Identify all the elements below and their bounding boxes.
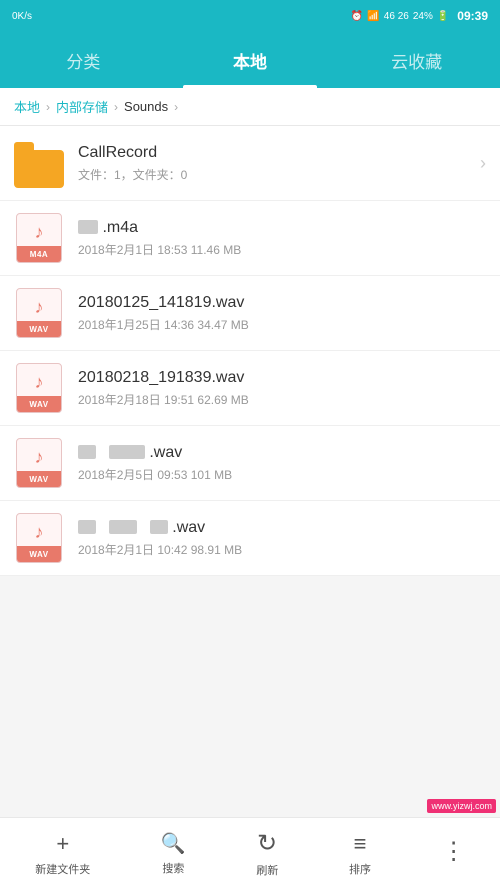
chevron-icon-callrecord: ›	[480, 153, 486, 174]
file-info-wav2: 20180218_191839.wav 2018年2月18日 19:51 62.…	[78, 369, 486, 408]
file-info-wav1: 20180125_141819.wav 2018年1月25日 14:36 34.…	[78, 294, 486, 333]
watermark: www.yizwj.com	[427, 799, 496, 813]
file-meta-wav4: 2018年2月1日 10:42 98.91 MB	[78, 541, 486, 558]
plus-icon: +	[56, 831, 69, 857]
redacted-block	[78, 445, 96, 459]
status-icons: ⏰ 📶 46 26 24% 🔋 09:39	[351, 9, 488, 23]
refresh-button[interactable]: ↺ 刷新	[240, 821, 294, 886]
file-meta-wav1: 2018年1月25日 14:36 34.47 MB	[78, 316, 486, 333]
music-note-icon: ♪	[35, 297, 44, 318]
tab-local[interactable]: 本地	[167, 32, 334, 88]
folder-icon-callrecord	[14, 138, 64, 188]
signal-icon: 46 26	[384, 11, 409, 22]
redacted-block	[150, 520, 168, 534]
breadcrumb-sep-3: ›	[174, 100, 178, 114]
file-name-suffix-wav3: .wav	[149, 444, 182, 461]
file-meta-wav3: 2018年2月5日 09:53 101 MB	[78, 466, 486, 483]
breadcrumb-internal[interactable]: 内部存储	[56, 97, 108, 116]
audio-icon-wav2: ♪ WAV	[14, 363, 64, 413]
file-name-suffix-wav4: .wav	[172, 519, 205, 536]
file-type-label-wav3: WAV	[17, 471, 61, 487]
breadcrumb: 本地 › 内部存储 › Sounds ›	[0, 88, 500, 126]
file-name-wav1: 20180125_141819.wav	[78, 294, 486, 312]
new-folder-label: 新建文件夹	[35, 861, 90, 877]
new-folder-button[interactable]: + 新建文件夹	[19, 823, 106, 885]
tab-cloud[interactable]: 云收藏	[333, 32, 500, 88]
redacted-block	[78, 220, 98, 234]
network-speed: 0K/s	[12, 11, 32, 22]
search-button[interactable]: 🔍 搜索	[145, 823, 202, 884]
file-type-label-m4a: M4A	[17, 246, 61, 262]
file-meta-callrecord: 文件：1，文件夹：0	[78, 166, 472, 183]
music-note-icon: ♪	[35, 222, 44, 243]
battery-text: 24%	[413, 11, 433, 22]
redacted-block	[109, 520, 137, 534]
file-name-wav3: .wav	[78, 444, 486, 462]
redacted-block	[109, 445, 145, 459]
time-display: 09:39	[457, 9, 488, 23]
file-info-wav4: .wav 2018年2月1日 10:42 98.91 MB	[78, 519, 486, 558]
search-icon: 🔍	[161, 831, 186, 856]
file-type-label-wav4: WAV	[17, 546, 61, 562]
refresh-icon: ↺	[257, 829, 277, 858]
file-type-label-wav1: WAV	[17, 321, 61, 337]
audio-icon-m4a: ♪ M4A	[14, 213, 64, 263]
sort-label: 排序	[349, 861, 371, 877]
sort-button[interactable]: ≡ 排序	[333, 823, 387, 885]
file-name-wav4: .wav	[78, 519, 486, 537]
tab-classify[interactable]: 分类	[0, 32, 167, 88]
audio-icon-wav4: ♪ WAV	[14, 513, 64, 563]
file-meta-m4a: 2018年2月1日 18:53 11.46 MB	[78, 241, 486, 258]
refresh-label: 刷新	[256, 862, 278, 878]
list-item[interactable]: ♪ M4A .m4a 2018年2月1日 18:53 11.46 MB	[0, 201, 500, 276]
file-info-wav3: .wav 2018年2月5日 09:53 101 MB	[78, 444, 486, 483]
sort-icon: ≡	[354, 831, 367, 857]
file-type-label-wav2: WAV	[17, 396, 61, 412]
file-list: CallRecord 文件：1，文件夹：0 › ♪ M4A .m4a 2018年…	[0, 126, 500, 817]
audio-icon-wav1: ♪ WAV	[14, 288, 64, 338]
wifi-icon: 📶	[367, 11, 379, 22]
battery-icon: 🔋	[437, 11, 449, 22]
music-note-icon: ♪	[35, 447, 44, 468]
file-name-suffix-m4a: .m4a	[102, 219, 138, 236]
list-item[interactable]: ♪ WAV 20180218_191839.wav 2018年2月18日 19:…	[0, 351, 500, 426]
tab-bar: 分类 本地 云收藏	[0, 32, 500, 88]
breadcrumb-sep-2: ›	[114, 100, 118, 114]
file-name-callrecord: CallRecord	[78, 144, 472, 162]
file-meta-wav2: 2018年2月18日 19:51 62.69 MB	[78, 391, 486, 408]
file-name-m4a: .m4a	[78, 219, 486, 237]
list-item[interactable]: CallRecord 文件：1，文件夹：0 ›	[0, 126, 500, 201]
search-label: 搜索	[162, 860, 184, 876]
more-icon: ⋮	[442, 837, 465, 866]
status-bar: 0K/s ⏰ 📶 46 26 24% 🔋 09:39	[0, 0, 500, 32]
music-note-icon: ♪	[35, 372, 44, 393]
music-note-icon: ♪	[35, 522, 44, 543]
breadcrumb-local[interactable]: 本地	[14, 97, 40, 116]
file-name-wav2: 20180218_191839.wav	[78, 369, 486, 387]
clock-icon: ⏰	[351, 11, 363, 22]
breadcrumb-sounds[interactable]: Sounds	[124, 99, 168, 114]
bottom-toolbar: + 新建文件夹 🔍 搜索 ↺ 刷新 ≡ 排序 ⋮	[0, 817, 500, 889]
audio-icon-wav3: ♪ WAV	[14, 438, 64, 488]
list-item[interactable]: ♪ WAV .wav 2018年2月1日 10:42 98.91 MB	[0, 501, 500, 576]
more-button[interactable]: ⋮	[426, 829, 481, 878]
file-info-m4a: .m4a 2018年2月1日 18:53 11.46 MB	[78, 219, 486, 258]
breadcrumb-sep-1: ›	[46, 100, 50, 114]
list-item[interactable]: ♪ WAV .wav 2018年2月5日 09:53 101 MB	[0, 426, 500, 501]
list-item[interactable]: ♪ WAV 20180125_141819.wav 2018年1月25日 14:…	[0, 276, 500, 351]
file-info-callrecord: CallRecord 文件：1，文件夹：0	[78, 144, 472, 183]
redacted-block	[78, 520, 96, 534]
